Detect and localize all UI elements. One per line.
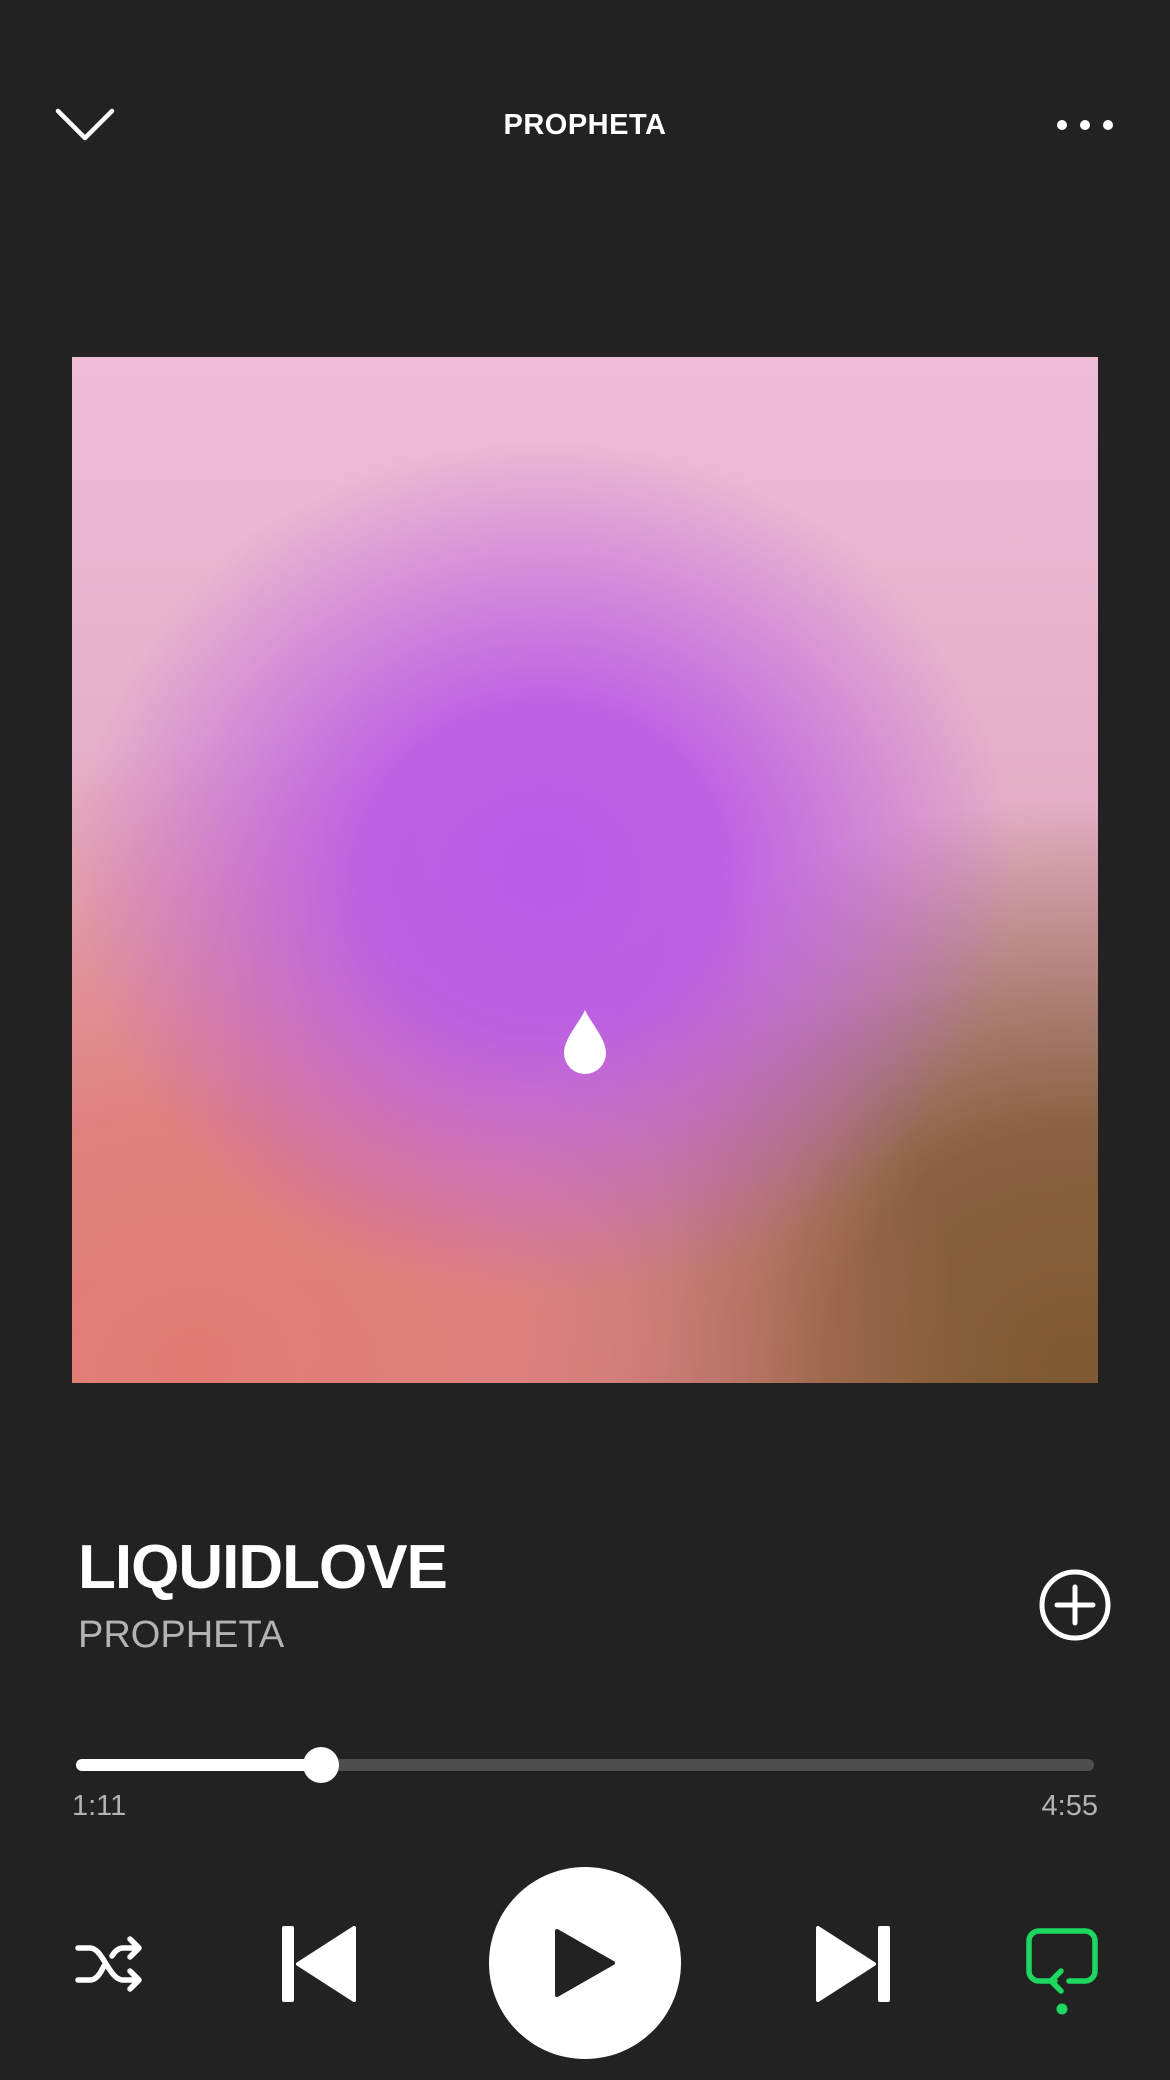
water-drop-icon (564, 1010, 606, 1074)
progress-fill (76, 1759, 322, 1771)
add-to-library-button[interactable] (1036, 1566, 1114, 1644)
chevron-down-icon (55, 108, 115, 141)
shuffle-button[interactable] (64, 1922, 160, 2006)
more-options-button[interactable] (1040, 100, 1130, 150)
repeat-button[interactable] (1014, 1924, 1110, 2020)
play-button[interactable] (489, 1867, 681, 2059)
progress-bar[interactable] (76, 1759, 1094, 1771)
more-horizontal-icon (1057, 120, 1113, 130)
play-icon (555, 1929, 615, 1997)
album-artwork (72, 357, 1098, 1383)
total-time: 4:55 (1041, 1790, 1098, 1822)
next-track-button[interactable] (806, 1916, 902, 2012)
skip-next-icon (816, 1926, 890, 2002)
elapsed-time: 1:11 (72, 1790, 127, 1822)
progress-handle[interactable] (303, 1747, 340, 1783)
track-artist[interactable]: PROPHETA (78, 1610, 878, 1660)
track-title: LIQUIDLOVE (78, 1533, 448, 1602)
skip-previous-icon (282, 1926, 356, 2002)
collapse-button[interactable] (40, 90, 130, 160)
shuffle-icon (75, 1936, 142, 1992)
previous-track-button[interactable] (270, 1916, 366, 2012)
repeat-icon (1026, 1928, 1098, 2015)
plus-circle-icon (1039, 1569, 1111, 1641)
header-title: PROPHETA (503, 109, 667, 141)
